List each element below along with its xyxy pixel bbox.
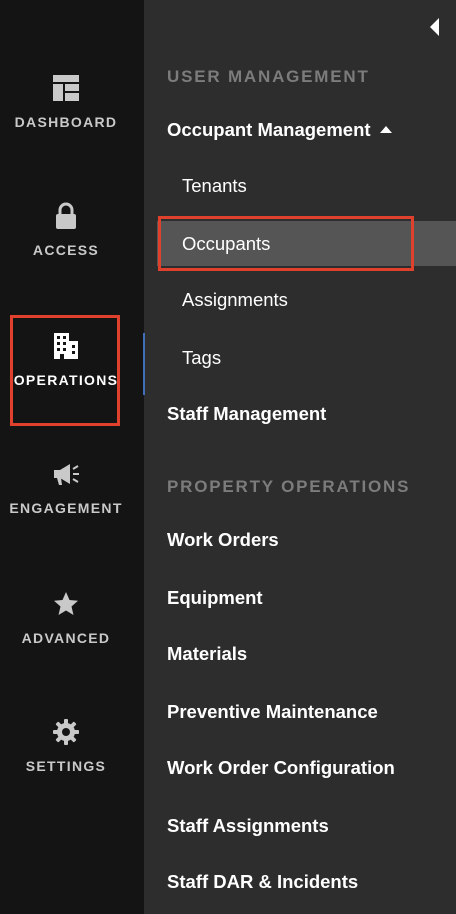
menu-preventive-maintenance[interactable]: Preventive Maintenance bbox=[167, 701, 378, 723]
collapse-panel-button[interactable] bbox=[428, 17, 442, 37]
primary-nav-rail: DASHBOARD ACCESS OPERATIONS ENGAGEMENT A… bbox=[0, 0, 144, 914]
megaphone-icon bbox=[54, 464, 79, 485]
nav-engagement[interactable]: ENGAGEMENT bbox=[0, 460, 132, 516]
dashboard-icon bbox=[53, 75, 79, 101]
menu-occupant-management[interactable]: Occupant Management bbox=[167, 119, 392, 141]
menu-item-label: Occupant Management bbox=[167, 119, 371, 140]
nav-advanced[interactable]: ADVANCED bbox=[0, 590, 132, 646]
nav-label: ENGAGEMENT bbox=[9, 500, 123, 516]
nav-label: ACCESS bbox=[32, 242, 100, 258]
nav-access[interactable]: ACCESS bbox=[0, 202, 132, 258]
secondary-nav-panel: USER MANAGEMENT Occupant Management Tena… bbox=[145, 0, 456, 914]
submenu-tags[interactable]: Tags bbox=[182, 347, 221, 369]
menu-staff-dar-incidents[interactable]: Staff DAR & Incidents bbox=[167, 871, 358, 893]
gear-icon bbox=[53, 719, 79, 745]
nav-label: DASHBOARD bbox=[14, 114, 118, 130]
highlight-box-operations bbox=[10, 315, 120, 426]
submenu-assignments[interactable]: Assignments bbox=[182, 289, 288, 311]
menu-work-order-configuration[interactable]: Work Order Configuration bbox=[167, 757, 395, 779]
menu-materials[interactable]: Materials bbox=[167, 643, 247, 665]
menu-work-orders[interactable]: Work Orders bbox=[167, 529, 279, 551]
caret-left-icon bbox=[430, 18, 439, 36]
section-heading-user-management: USER MANAGEMENT bbox=[167, 67, 370, 86]
nav-label: SETTINGS bbox=[25, 758, 107, 774]
star-icon bbox=[54, 592, 78, 615]
nav-label: ADVANCED bbox=[21, 630, 111, 646]
nav-settings[interactable]: SETTINGS bbox=[0, 718, 132, 774]
section-heading-property-operations: PROPERTY OPERATIONS bbox=[167, 477, 411, 496]
menu-equipment[interactable]: Equipment bbox=[167, 587, 263, 609]
caret-up-icon bbox=[379, 125, 392, 133]
submenu-tenants[interactable]: Tenants bbox=[182, 175, 247, 197]
nav-dashboard[interactable]: DASHBOARD bbox=[0, 74, 132, 130]
menu-staff-assignments[interactable]: Staff Assignments bbox=[167, 815, 329, 837]
menu-staff-management[interactable]: Staff Management bbox=[167, 403, 326, 425]
highlight-box-occupants bbox=[158, 216, 414, 271]
lock-icon bbox=[56, 202, 76, 229]
